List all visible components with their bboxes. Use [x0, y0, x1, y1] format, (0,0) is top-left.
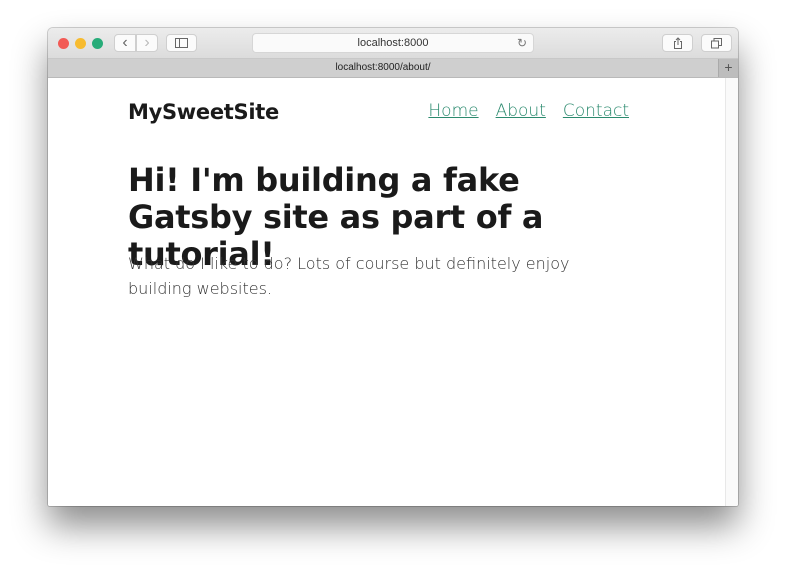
address-text: localhost:8000 — [357, 37, 429, 49]
share-button[interactable] — [662, 34, 693, 52]
chevron-left-icon: ‹ — [122, 34, 128, 51]
tab-bar: localhost:8000/about/ + — [48, 59, 738, 78]
address-bar[interactable]: localhost:8000 ↻ — [252, 33, 534, 53]
nav-link-about[interactable]: About — [496, 101, 546, 121]
browser-toolbar: ‹ › localhost:8000 ↻ — [48, 28, 738, 59]
tabs-overview-icon — [711, 37, 722, 48]
minimize-window-button[interactable] — [75, 38, 86, 49]
maximize-window-button[interactable] — [92, 38, 103, 49]
share-icon — [673, 37, 682, 49]
scrollbar-track[interactable] — [725, 78, 738, 506]
nav-link-contact[interactable]: Contact — [563, 101, 629, 121]
nav-link-home[interactable]: Home — [428, 101, 478, 121]
sidebar-toggle-button[interactable] — [166, 34, 197, 52]
page-content: MySweetSite Home About Contact Hi! I'm b… — [48, 78, 726, 506]
new-tab-button[interactable]: + — [718, 59, 738, 77]
page-body-text: What do I like to do? Lots of course but… — [128, 254, 570, 298]
sidebar-icon — [175, 38, 188, 48]
site-nav: Home About Contact — [428, 101, 629, 121]
back-button[interactable]: ‹ — [114, 34, 136, 52]
reload-icon[interactable]: ↻ — [517, 36, 527, 50]
tabs-overview-button[interactable] — [701, 34, 732, 52]
chevron-right-icon: › — [144, 34, 150, 51]
close-window-button[interactable] — [58, 38, 69, 49]
plus-icon: + — [724, 59, 733, 75]
site-title[interactable]: MySweetSite — [128, 100, 279, 124]
browser-window: ‹ › localhost:8000 ↻ localhost:8000/abou… — [48, 28, 738, 506]
active-tab[interactable]: localhost:8000/about/ — [48, 62, 718, 73]
forward-button[interactable]: › — [136, 34, 158, 52]
